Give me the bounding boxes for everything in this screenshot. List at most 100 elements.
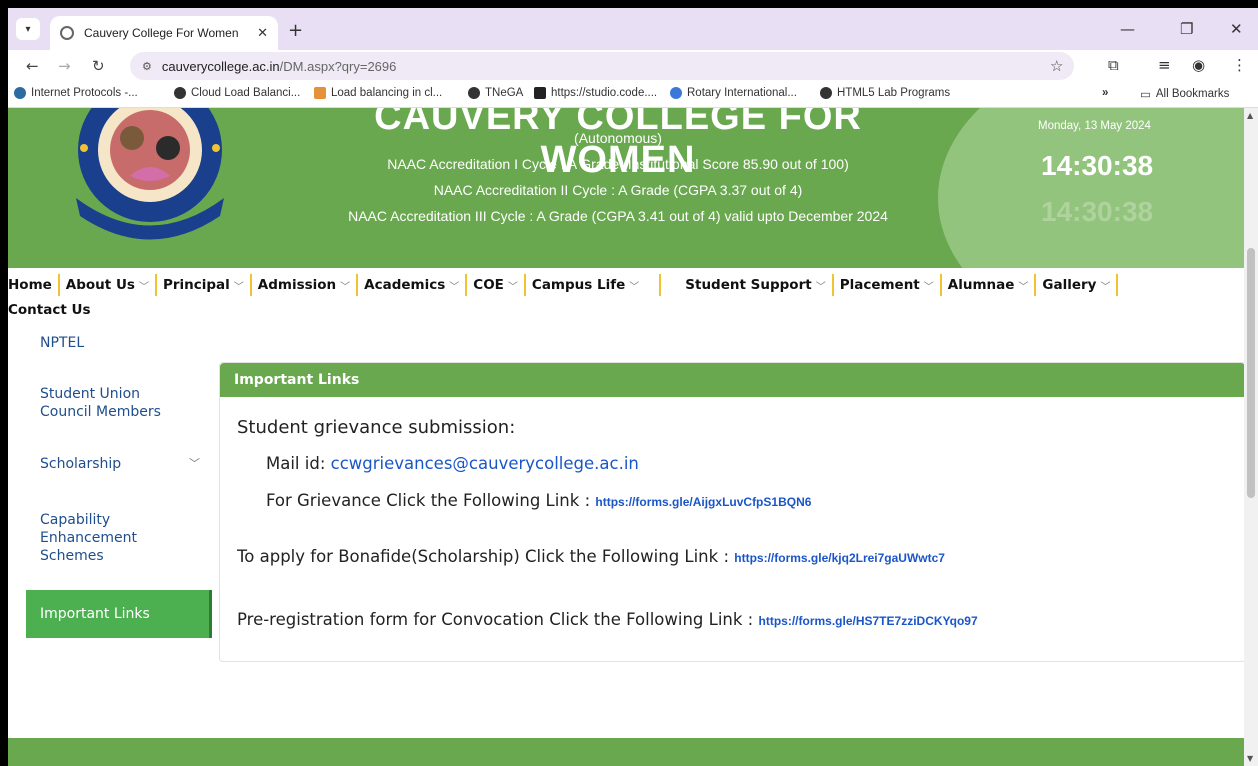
menu-academics[interactable]: Academics ﹀ (358, 274, 468, 296)
grievance-heading: Student grievance submission: (237, 417, 516, 438)
scroll-up-icon[interactable]: ▲ (1247, 111, 1253, 120)
bookmark-item[interactable]: HTML5 Lab Programs (820, 87, 950, 99)
grievance-link[interactable]: https://forms.gle/AijgxLuvCfpS1BQN6 (595, 495, 811, 509)
autonomous-label: (Autonomous) (574, 130, 662, 146)
minimize-icon[interactable]: — (1120, 20, 1135, 38)
site-info-icon[interactable]: ⚙ (142, 60, 152, 73)
bookmark-item[interactable]: Load balancing in cl... (314, 87, 442, 99)
menu-student-support[interactable]: Student Support ﹀ (661, 274, 834, 296)
convocation-link[interactable]: https://forms.gle/HS7TE7zziDCKYqo97 (759, 614, 978, 628)
e-letter-icon (314, 87, 326, 99)
scroll-down-icon[interactable]: ▼ (1247, 754, 1253, 763)
bookmark-item[interactable]: Internet Protocols -... (14, 87, 138, 99)
sidebar-item-label: Capability Enhancement Schemes (40, 511, 137, 565)
bookmark-label: Internet Protocols -... (31, 87, 138, 99)
chevron-down-icon: ﹀ (449, 281, 460, 293)
mail-link[interactable]: ccwgrievances@cauverycollege.ac.in (331, 454, 639, 473)
chevron-down-icon: ﹀ (1018, 281, 1029, 293)
current-date: Monday, 13 May 2024 (1038, 120, 1151, 132)
site-header: CAUVERY COLLEGE FOR WOMEN (Autonomous) N… (8, 108, 1244, 268)
menu-campus-life[interactable]: Campus Life ﹀ (526, 274, 662, 296)
close-tab-icon[interactable]: ✕ (257, 25, 268, 41)
tab-search-icon[interactable]: ▾ (16, 18, 40, 40)
sidebar-item-label: NPTEL (40, 334, 85, 351)
sidebar-item-capability[interactable]: Capability Enhancement Schemes (26, 486, 212, 590)
sidebar-item-scholarship[interactable]: Scholarship ﹀ (26, 442, 212, 486)
sidebar-item-nptel[interactable]: NPTEL (26, 322, 212, 364)
browser-window: ▾ Cauvery College For Women ✕ + — ❐ ✕ ← … (8, 8, 1258, 766)
naac-cycle-2: NAAC Accreditation II Cycle : A Grade (C… (433, 182, 803, 198)
sidebar-item-student-union[interactable]: Student Union Council Members (26, 364, 212, 442)
chevron-down-icon: ﹀ (340, 281, 351, 293)
menu-label: Alumnae (947, 277, 1015, 293)
reload-icon[interactable]: ↻ (92, 57, 105, 75)
bookmark-item[interactable]: TNeGA (468, 87, 523, 99)
back-icon[interactable]: ← (26, 57, 39, 75)
new-tab-icon[interactable]: + (288, 20, 303, 41)
bookmark-item[interactable]: Cloud Load Balanci... (174, 87, 300, 99)
globe-icon (60, 26, 74, 40)
all-bookmarks-button[interactable]: ▭ All Bookmarks (1140, 87, 1229, 101)
rotary-icon (670, 87, 682, 99)
mail-line: Mail id: ccwgrievances@cauverycollege.ac… (266, 454, 639, 473)
naac-cycle-3: NAAC Accreditation III Cycle : A Grade (… (348, 208, 888, 224)
menu-label: Academics (364, 277, 446, 293)
chevron-down-icon: ﹀ (1100, 281, 1111, 293)
bookmark-star-icon[interactable]: ☆ (1050, 57, 1063, 75)
extensions-icon[interactable]: ⧉ (1108, 56, 1119, 74)
active-tab[interactable]: Cauvery College For Women ✕ (50, 16, 278, 50)
panel-title: Important Links (220, 363, 1245, 397)
forward-icon[interactable]: → (58, 57, 71, 75)
page-scrollbar[interactable]: ▲ ▼ (1244, 108, 1258, 766)
naac-cycle-1: NAAC Accreditation I Cycle : A Grade (In… (387, 156, 849, 172)
chevron-down-icon: ﹀ (629, 281, 640, 293)
grievance-text: For Grievance Click the Following Link : (266, 491, 591, 510)
chevron-down-icon: ﹀ (138, 281, 149, 293)
bookmark-label: Rotary International... (687, 87, 797, 99)
menu-principal[interactable]: Principal ﹀ (157, 274, 252, 296)
more-bookmarks-button[interactable]: » (1102, 87, 1108, 99)
menu-admission[interactable]: Admission ﹀ (252, 274, 359, 296)
sidebar-item-important-links[interactable]: Important Links (26, 590, 212, 638)
convocation-text: Pre-registration form for Convocation Cl… (237, 610, 754, 629)
grid-icon (534, 87, 546, 99)
grievance-line: For Grievance Click the Following Link :… (266, 491, 811, 510)
globe-icon (174, 87, 186, 99)
chevron-down-icon: ﹀ (233, 281, 244, 293)
url-path: /DM.aspx?qry=2696 (279, 58, 397, 74)
menu-gallery[interactable]: Gallery ﹀ (1036, 274, 1119, 296)
window-close-icon[interactable]: ✕ (1230, 20, 1243, 38)
bookmark-item[interactable]: Rotary International... (670, 87, 797, 99)
menu-label: Principal (162, 277, 230, 293)
menu-coe[interactable]: COE ﹀ (467, 274, 526, 296)
folder-icon: ▭ (1140, 89, 1151, 101)
reading-list-icon[interactable]: ≡ (1158, 56, 1171, 74)
globe-icon (468, 87, 480, 99)
bonafide-link[interactable]: https://forms.gle/kjq2Lrei7gaUWwtc7 (734, 551, 945, 565)
menu-alumnae[interactable]: Alumnae ﹀ (942, 274, 1037, 296)
menu-home[interactable]: Home (8, 274, 60, 296)
menu-label: Placement (839, 277, 920, 293)
tab-title: Cauvery College For Women (84, 26, 239, 40)
menu-label: COE (473, 277, 504, 293)
main-menu: Home About Us ﹀ Principal ﹀ Admission ﹀ Aca… (8, 268, 1244, 302)
chevron-down-icon: ﹀ (923, 281, 934, 293)
restore-icon[interactable]: ❐ (1180, 20, 1193, 38)
footer-bar (8, 738, 1244, 766)
bonafide-text: To apply for Bonafide(Scholarship) Click… (237, 547, 730, 566)
bookmarks-bar: Internet Protocols -... Cloud Load Balan… (8, 82, 1258, 108)
menu-label: Student Support (685, 277, 812, 293)
profile-avatar-icon[interactable]: ◉ (1192, 56, 1205, 74)
menu-about-us[interactable]: About Us ﹀ (60, 274, 157, 296)
current-time: 14:30:38 (1041, 150, 1154, 181)
sidebar: NPTEL Student Union Council Members Scho… (26, 322, 212, 638)
menu-contact-us[interactable]: Contact Us (8, 302, 91, 318)
scrollbar-thumb[interactable] (1247, 248, 1255, 498)
menu-placement[interactable]: Placement ﹀ (834, 274, 942, 296)
chevron-down-icon: ﹀ (189, 456, 200, 470)
bookmark-label: https://studio.code.... (551, 87, 658, 99)
menu-kebab-icon[interactable]: ⋮ (1232, 56, 1247, 74)
address-bar[interactable]: ⚙ cauverycollege.ac.in/DM.aspx?qry=2696 (130, 52, 1074, 80)
bookmark-label: Load balancing in cl... (331, 87, 443, 99)
bookmark-item[interactable]: https://studio.code.... (534, 87, 657, 99)
